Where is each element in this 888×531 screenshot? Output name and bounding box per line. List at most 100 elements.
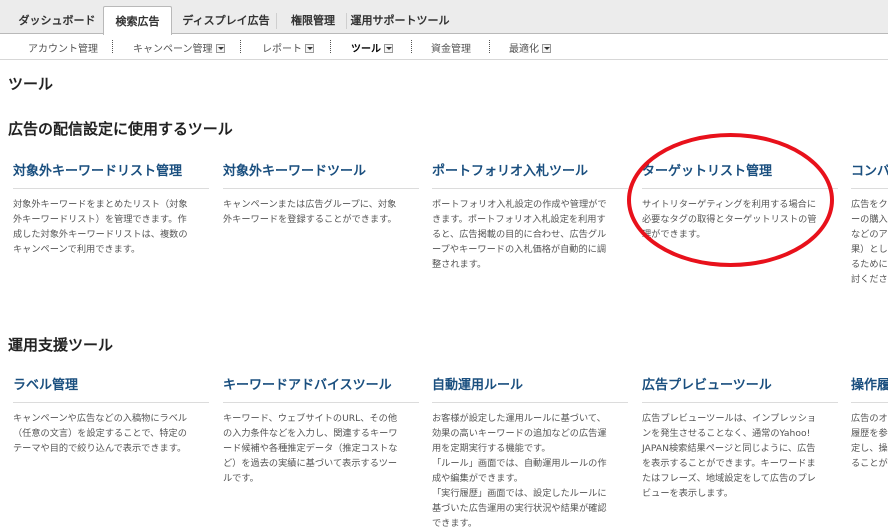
description-line: お客様が設定した運用ルールに基づいて、 [432,413,606,424]
tool-description: ポートフォリオ入札設定の作成や管理がで きます。ポートフォリオ入札設定を利用す … [432,197,628,272]
description-line: の入力条件などを入力し、関連するキーワ [223,428,398,439]
description-line: （任意の文言）を設定することで、特定の [13,428,187,439]
description-line: 広告をク [851,199,888,210]
main-tab-bar: ダッシュボード 検索広告 ディスプレイ広告 権限管理 運用サポートツール [0,0,888,35]
subnav-tools[interactable]: ツール [351,40,393,55]
description-line: などのア [851,229,888,240]
description-line: ード候補や各種推定データ（推定コストな [223,443,398,454]
tool-link-label-management[interactable]: ラベル管理 [13,377,209,403]
description-line: を表示することができます。キーワードま [642,458,816,469]
description-line: 「ルール」画面では、自動運用ルールの作 [432,458,607,469]
tab-permissions[interactable]: 権限管理 [283,9,343,34]
tool-description: キャンペーンまたは広告グループに、対象 外キーワードを登録することができます。 [223,197,419,227]
tool-link-auto-rules[interactable]: 自動運用ルール [432,377,628,403]
section-title-operation-support-tools: 運用支援ツール [8,336,114,354]
description-line: ポートフォリオ入札設定の作成や管理がで [432,199,607,210]
tab-separator [346,13,347,29]
tool-card-conversion-cut-off: コンバ 広告をク ーの購入 などのア 果）とし るために 討くださ [851,163,888,287]
sub-navigation: アカウント管理 キャンペーン管理 レポート ツール 資金管理 最適化 [0,35,888,60]
description-line: 基づいた広告運用の実行状況や結果が確認 [432,503,607,514]
tool-description: 広告をク ーの購入 などのア 果）とし るために 討くださ [851,197,888,287]
subnav-divider [112,40,113,53]
dropdown-arrow-icon[interactable] [542,44,551,53]
description-line: ると、広告掲載の目的に合わせ、広告グル [432,229,607,240]
description-line: 成した対象外キーワードリストは、複数の [13,229,188,240]
tool-description: 広告プレビューツールは、インプレッショ ンを発生させることなく、通常のYahoo… [642,411,838,501]
tool-link-negative-keyword-list[interactable]: 対象外キーワードリスト管理 [13,163,209,189]
tool-card-auto-rules: 自動運用ルール お客様が設定した運用ルールに基づいて、 効果の高いキーワードの追… [432,377,628,531]
description-line: キーワード、ウェブサイトのURL、その他 [223,413,398,424]
tool-link-ad-preview[interactable]: 広告プレビューツール [642,377,838,403]
tool-card-target-list: ターゲットリスト管理 サイトリターゲティングを利用する場合に 必要なタグの取得と… [642,163,838,242]
tool-description: キーワード、ウェブサイトのURL、その他 の入力条件などを入力し、関連するキーワ… [223,411,419,486]
description-line: 用を定期実行する機能です。 [432,443,551,454]
description-line: 果）とし [851,244,888,255]
tool-link-portfolio-bidding[interactable]: ポートフォリオ入札ツール [432,163,628,189]
tool-link-keyword-advice[interactable]: キーワードアドバイスツール [223,377,419,403]
description-line: テーマや目的で絞り込んで表示できます。 [13,443,187,454]
subnav-label: レポート [262,44,302,55]
tool-card-portfolio-bidding: ポートフォリオ入札ツール ポートフォリオ入札設定の作成や管理がで きます。ポート… [432,163,628,272]
subnav-divider [411,40,412,53]
description-line: 定し、操 [851,443,888,454]
description-line: ーの購入 [851,214,888,225]
description-line: キャンペーンや広告などの入稿物にラベル [13,413,188,424]
description-line: 討くださ [851,274,888,285]
dropdown-arrow-icon[interactable] [215,44,225,53]
description-line: ルです。 [223,473,259,484]
description-line: たはフレーズ、地域設定をして広告のプレ [642,473,816,484]
tab-operation-support[interactable]: 運用サポートツール [350,9,450,34]
subnav-label: アカウント管理 [28,44,98,55]
tool-card-negative-keyword-tool: 対象外キーワードツール キャンペーンまたは広告グループに、対象 外キーワードを登… [223,163,419,227]
tab-display-ads[interactable]: ディスプレイ広告 [180,9,272,34]
description-line: サイトリターゲティングを利用する場合に [642,199,817,210]
tool-card-operation-history-cut-off: 操作履 広告のオ 履歴を参 定し、操 ることが [851,377,888,471]
description-line: キャンペーンで利用できます。 [13,244,141,255]
description-line: るために [851,259,888,270]
dropdown-arrow-icon[interactable] [384,44,393,53]
subnav-divider [330,40,331,53]
description-line: 「実行履歴」画面では、設定したルールに [432,488,607,499]
description-line: 広告のオ [851,413,888,424]
description-line: 広告プレビューツールは、インプレッショ [642,413,817,424]
description-line: ることが [851,458,888,469]
description-line: 成や編集ができます。 [432,473,523,484]
description-line: 効果の高いキーワードの追加などの広告運 [432,428,607,439]
subnav-optimization[interactable]: 最適化 [509,40,551,55]
dropdown-arrow-icon[interactable] [305,44,314,53]
tab-separator [276,13,277,29]
subnav-label: 最適化 [509,44,539,55]
description-line: ンを発生させることなく、通常のYahoo! [642,428,811,439]
description-line: キャンペーンまたは広告グループに、対象 [223,199,397,210]
section-title-delivery-tools: 広告の配信設定に使用するツール [8,120,233,138]
tool-card-label-management: ラベル管理 キャンペーンや広告などの入稿物にラベル （任意の文言）を設定すること… [13,377,209,456]
subnav-account-management[interactable]: アカウント管理 [28,40,98,55]
description-line: 履歴を参 [851,428,888,439]
description-line: きます。ポートフォリオ入札設定を利用す [432,214,606,225]
subnav-label: 資金管理 [431,44,471,55]
tool-card-negative-keyword-list: 対象外キーワードリスト管理 対象外キーワードをまとめたリスト（対象 外キーワード… [13,163,209,257]
description-line: できます。 [432,518,478,529]
description-line: ビューを表示します。 [642,488,733,499]
tab-dashboard[interactable]: ダッシュボード [14,9,100,34]
tool-description: 対象外キーワードをまとめたリスト（対象 外キーワードリスト）を管理できます。作 … [13,197,209,257]
description-line: ープやキーワードの入札価格が自動的に調 [432,244,607,255]
description-line: 必要なタグの取得とターゲットリストの管 [642,214,817,225]
tool-link-operation-history[interactable]: 操作履 [851,377,888,403]
subnav-label: ツール [351,44,381,55]
tool-link-conversion[interactable]: コンバ [851,163,888,189]
tab-search-ads[interactable]: 検索広告 [103,6,172,35]
subnav-funds-management[interactable]: 資金管理 [431,40,471,55]
subnav-campaign-management[interactable]: キャンペーン管理 [133,40,225,55]
description-line: ど）を過去の実績に基づいて表示するツー [223,458,398,469]
tool-description: お客様が設定した運用ルールに基づいて、 効果の高いキーワードの追加などの広告運 … [432,411,628,531]
subnav-divider [489,40,490,53]
tool-link-target-list[interactable]: ターゲットリスト管理 [642,163,838,189]
tool-card-ad-preview: 広告プレビューツール 広告プレビューツールは、インプレッショ ンを発生させること… [642,377,838,501]
subnav-label: キャンペーン管理 [133,44,213,55]
subnav-report[interactable]: レポート [262,40,314,55]
tool-link-negative-keyword-tool[interactable]: 対象外キーワードツール [223,163,419,189]
description-line: 外キーワードを登録することができます。 [223,214,397,225]
description-line: 外キーワードリスト）を管理できます。作 [13,214,187,225]
page-title: ツール [8,75,54,93]
